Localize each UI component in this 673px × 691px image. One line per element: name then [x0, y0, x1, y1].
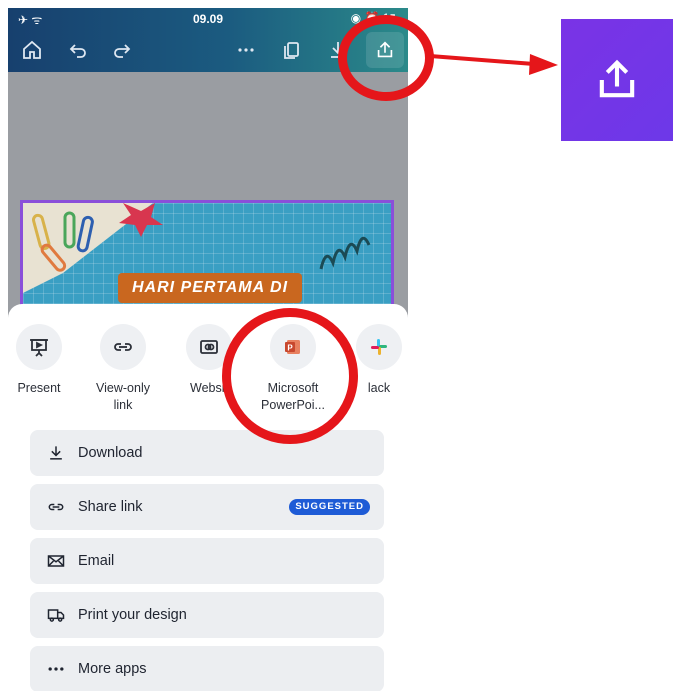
action-email[interactable]: Email [30, 538, 384, 584]
action-label: Share link [78, 499, 143, 515]
status-bar: ✈ ᯤ 09.09 ◉ ⏰ 1▮ [8, 8, 408, 30]
print-truck-icon [46, 604, 68, 626]
action-more-apps[interactable]: More apps [30, 646, 384, 691]
app-label: View-only link [96, 381, 150, 412]
action-share-link[interactable]: Share link SUGGESTED [30, 484, 384, 530]
more-dots-icon [46, 658, 68, 680]
app-label: Present [17, 381, 61, 395]
download-icon [46, 442, 68, 464]
more-icon[interactable] [234, 38, 258, 62]
home-icon[interactable] [20, 38, 44, 62]
link-icon [100, 324, 146, 370]
highlight-ring-share-button [338, 15, 434, 101]
undo-icon[interactable] [66, 38, 90, 62]
action-label: Print your design [78, 607, 187, 623]
share-icon [591, 54, 643, 106]
slide-title: HARI PERTAMA DI [118, 273, 303, 303]
app-present[interactable]: Present [8, 324, 74, 397]
present-icon [16, 324, 62, 370]
share-actions-list: Download Share link SUGGESTED Email Prin… [30, 430, 384, 691]
highlight-ring-powerpoint [222, 308, 358, 444]
slide-preview[interactable]: HARI PERTAMA DI [20, 200, 394, 320]
email-icon [46, 550, 68, 572]
suggested-badge: SUGGESTED [289, 499, 370, 515]
share-link-icon [46, 496, 68, 518]
app-view-only-link[interactable]: View-only link [88, 324, 158, 414]
action-download[interactable]: Download [30, 430, 384, 476]
action-label: Email [78, 553, 115, 569]
action-print[interactable]: Print your design [30, 592, 384, 638]
redo-icon[interactable] [110, 38, 134, 62]
slack-icon [356, 324, 402, 370]
copy-icon[interactable] [280, 38, 304, 62]
status-time: 09.09 [192, 12, 224, 26]
arrow-annotation [430, 54, 558, 75]
design-canvas: HARI PERTAMA DI [8, 72, 408, 320]
action-label: More apps [78, 661, 147, 677]
zoomed-share-button [561, 19, 673, 141]
action-label: Download [78, 445, 143, 461]
